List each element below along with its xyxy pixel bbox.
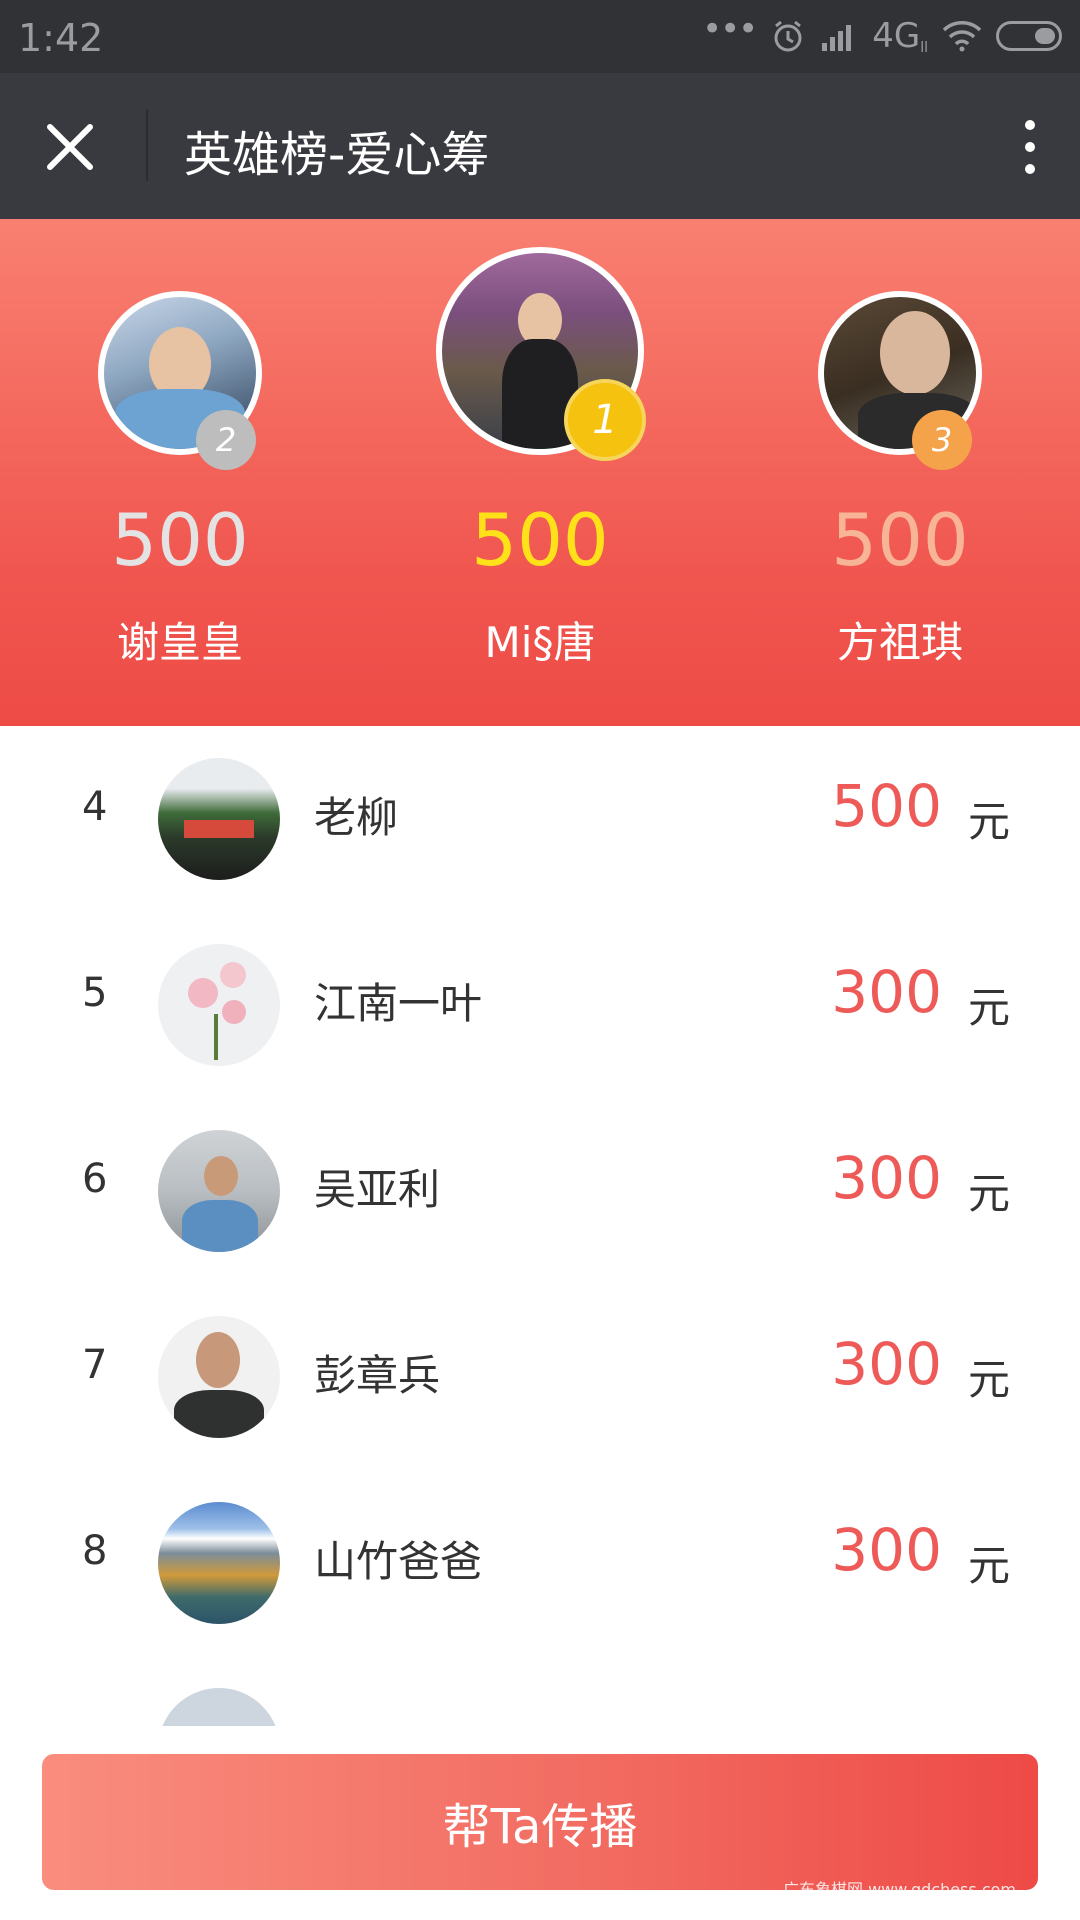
rank-number: 5	[82, 970, 108, 1016]
currency-unit: 元	[967, 1541, 1010, 1590]
alarm-icon	[774, 20, 802, 52]
podium-name-2: 谢皇皇	[116, 618, 243, 667]
list-item[interactable]: 6 吴亚利 300 元	[0, 1098, 1080, 1284]
avatar-banner	[184, 820, 254, 838]
status-time: 1:42	[18, 16, 104, 60]
rank-number: 6	[82, 1156, 108, 1202]
avatar-flower	[222, 1000, 246, 1024]
avatar	[158, 1130, 280, 1252]
nav-bar: 英雄榜-爱心筹	[0, 73, 1080, 219]
avatar-flower	[220, 962, 246, 988]
wifi-icon	[942, 21, 982, 52]
donation-amount: 300	[831, 1144, 942, 1212]
donor-name: 老柳	[314, 793, 399, 842]
avatar-face	[196, 1332, 240, 1388]
rank-badge-1: 1	[564, 379, 646, 461]
status-icons: ••• 4Gll	[702, 9, 1062, 58]
ranking-list: 4 老柳 500 元 5 江南一叶 300 元 6 吴亚利 300 元 7 彭章…	[0, 726, 1080, 1726]
share-button[interactable]: 帮Ta传播	[42, 1754, 1038, 1890]
top-three-podium: 2 1 3 500 500 500 谢皇皇 Mi§唐 方祖琪	[0, 219, 1080, 726]
list-item[interactable]: 7 彭章兵 300 元	[0, 1284, 1080, 1470]
donor-name: 吴亚利	[314, 1165, 441, 1214]
more-dots-icon: •••	[702, 9, 758, 49]
avatar	[158, 1316, 280, 1438]
close-icon[interactable]	[42, 119, 98, 175]
podium-amount-1: 500	[471, 498, 609, 582]
donor-name: 彭章兵	[314, 1351, 441, 1400]
rank-badge-2: 2	[196, 410, 256, 470]
rank-number: 7	[82, 1342, 108, 1388]
avatar-face	[204, 1156, 238, 1196]
list-item[interactable]: 5 江南一叶 300 元	[0, 912, 1080, 1098]
donation-amount: 300	[831, 958, 942, 1026]
podium-amount-2: 500	[111, 498, 249, 582]
status-bar: 1:42 ••• 4Gll	[0, 0, 1080, 73]
avatar-stem	[214, 1014, 218, 1060]
rank-number: 4	[82, 784, 108, 830]
rank-number: 8	[82, 1528, 108, 1574]
battery-icon	[996, 21, 1062, 51]
signal-icon	[822, 25, 852, 51]
page-title: 英雄榜-爱心筹	[184, 127, 490, 183]
watermark: 广东象棋网 www.gdchess.com	[783, 1880, 1016, 1899]
donor-name: 江南一叶	[314, 979, 483, 1028]
avatar	[158, 1502, 280, 1624]
currency-unit: 元	[967, 1169, 1010, 1218]
donation-amount: 500	[831, 772, 942, 840]
avatar	[158, 1688, 280, 1726]
currency-unit: 元	[967, 983, 1010, 1032]
more-vertical-icon[interactable]	[1020, 117, 1040, 177]
avatar	[158, 944, 280, 1066]
avatar	[158, 758, 280, 880]
rank-badge-3: 3	[912, 410, 972, 470]
avatar-face	[880, 311, 951, 395]
list-item[interactable]: 8 山竹爸爸 300 元	[0, 1470, 1080, 1656]
donation-amount: 300	[831, 1516, 942, 1584]
list-item[interactable]	[0, 1656, 1080, 1726]
donation-amount: 300	[831, 1330, 942, 1398]
avatar-body	[174, 1390, 264, 1438]
avatar-body	[182, 1200, 258, 1252]
currency-unit: 元	[967, 1355, 1010, 1404]
podium-amount-3: 500	[831, 498, 969, 582]
list-item[interactable]: 4 老柳 500 元	[0, 726, 1080, 912]
nav-divider	[146, 109, 148, 181]
donor-name: 山竹爸爸	[314, 1537, 483, 1586]
avatar-flower	[188, 978, 218, 1008]
podium-name-3: 方祖琪	[836, 618, 963, 667]
podium-name-1: Mi§唐	[484, 618, 596, 667]
currency-unit: 元	[967, 797, 1010, 846]
network-type: 4Gll	[872, 16, 928, 56]
